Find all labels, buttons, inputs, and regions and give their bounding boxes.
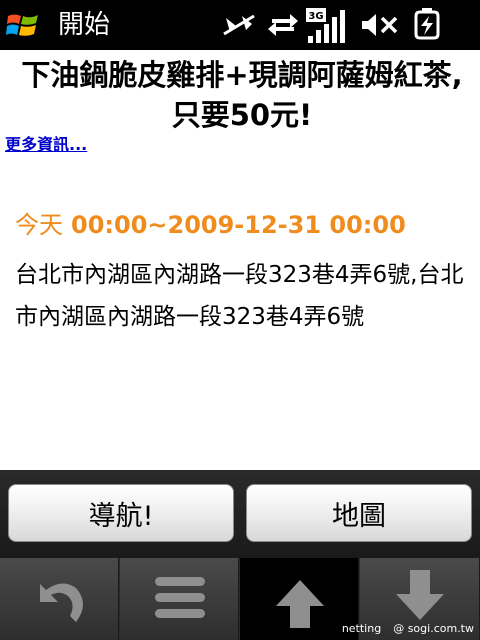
- menu-button[interactable]: [120, 558, 239, 640]
- watermark-right: @ sogi.com.tw: [393, 622, 474, 635]
- data-transfer-icon[interactable]: [266, 12, 300, 38]
- start-button[interactable]: 開始: [0, 0, 160, 50]
- back-icon: [40, 583, 83, 622]
- event-time-range: 00:00~2009-12-31 00:00: [71, 211, 406, 239]
- signal-off-icon[interactable]: [222, 12, 256, 38]
- watermark: netting @ sogi.com.tw: [330, 622, 474, 636]
- signal-strength-icon[interactable]: 3G: [306, 8, 350, 44]
- start-label: 開始: [58, 10, 111, 40]
- status-icons: 3G: [220, 0, 480, 50]
- volume-mute-icon[interactable]: [360, 12, 400, 38]
- map-button[interactable]: 地圖: [246, 484, 472, 542]
- headline-price: 50元!: [229, 98, 313, 132]
- windows-logo-icon: [6, 14, 38, 36]
- navigate-button[interactable]: 導航!: [8, 484, 234, 542]
- status-bar: 開始 3G: [0, 0, 480, 50]
- watermark-left: netting: [341, 622, 382, 635]
- network-type-label: 3G: [308, 11, 323, 22]
- back-button[interactable]: [0, 558, 119, 640]
- menu-icon: [155, 577, 205, 618]
- more-info-link[interactable]: 更多資訊...: [5, 135, 87, 155]
- headline: 下油鍋脆皮雞排+現調阿薩姆紅茶,只要50元!: [8, 55, 476, 135]
- event-day: 今天: [15, 211, 63, 239]
- event-detail: 下油鍋脆皮雞排+現調阿薩姆紅茶,只要50元! 更多資訊... 今天 00:00~2…: [0, 50, 480, 470]
- action-bar: 導航! 地圖: [0, 470, 480, 558]
- event-time: 今天 00:00~2009-12-31 00:00: [15, 208, 406, 242]
- battery-charging-icon[interactable]: [410, 8, 444, 42]
- event-address: 台北市內湖區內湖路一段323巷4弄6號,台北市內湖區內湖路一段323巷4弄6號: [15, 262, 464, 330]
